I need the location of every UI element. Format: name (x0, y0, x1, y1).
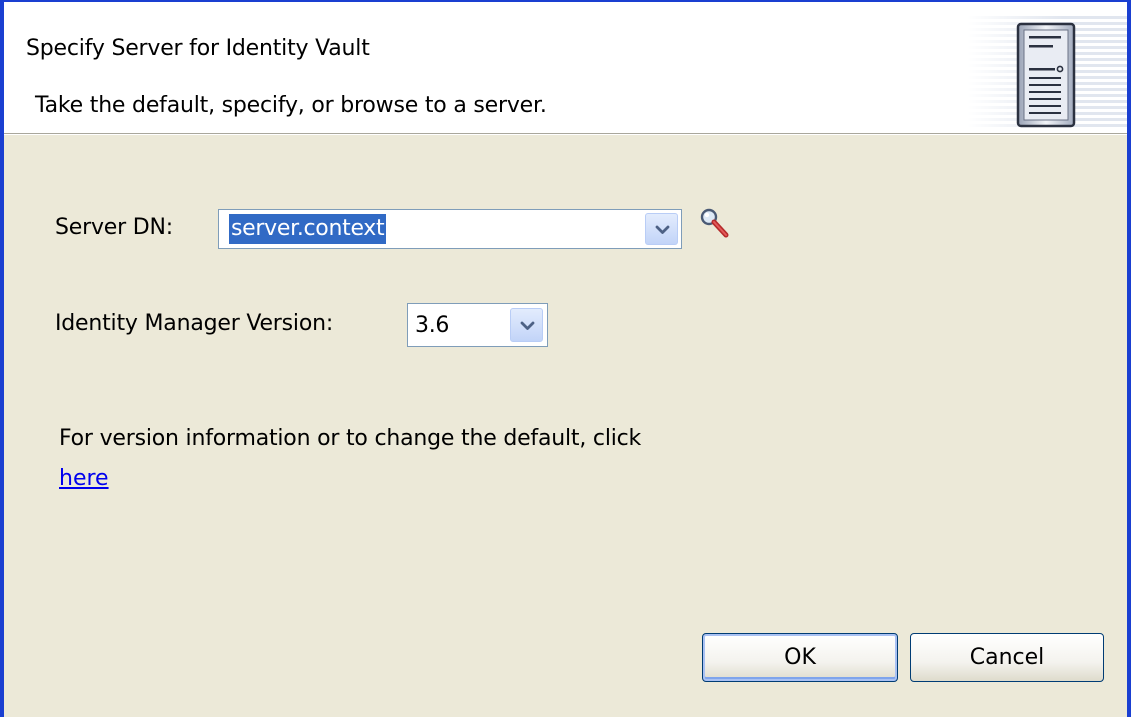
server-icon (1016, 22, 1076, 128)
version-info-text: For version information or to change the… (59, 426, 642, 451)
idm-version-dropdown-button[interactable] (510, 308, 543, 342)
chevron-down-icon (655, 225, 670, 234)
header-divider (4, 133, 1127, 135)
idm-version-value: 3.6 (415, 313, 450, 338)
server-dn-label: Server DN: (55, 215, 173, 240)
cancel-button[interactable]: Cancel (910, 633, 1104, 682)
idm-version-combo[interactable]: 3.6 (407, 303, 548, 347)
chevron-down-icon (520, 321, 535, 330)
server-dn-dropdown-button[interactable] (645, 213, 678, 245)
dialog-subtitle: Take the default, specify, or browse to … (35, 93, 547, 118)
dialog-header: Specify Server for Identity Vault Take t… (4, 2, 1127, 135)
server-dn-input[interactable]: server.context (229, 214, 387, 244)
server-dn-combo[interactable]: server.context (218, 209, 682, 249)
magnifier-icon[interactable] (697, 205, 733, 241)
version-info-link[interactable]: here (59, 466, 109, 491)
dialog-title: Specify Server for Identity Vault (26, 36, 370, 61)
dialog-window: Specify Server for Identity Vault Take t… (0, 0, 1131, 717)
ok-button[interactable]: OK (702, 633, 898, 682)
idm-version-label: Identity Manager Version: (55, 311, 334, 336)
